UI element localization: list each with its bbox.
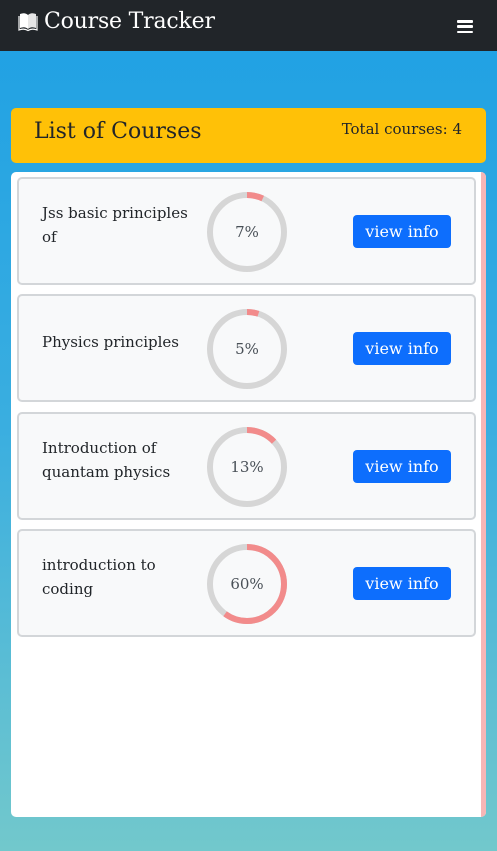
course-card: Introduction of quantam physics 13% view… (17, 412, 476, 520)
course-name: introduction to coding (42, 556, 156, 598)
course-card: introduction to coding 60% view info (17, 529, 476, 637)
course-card: Jss basic principles of 7% view info (17, 177, 476, 285)
brand[interactable]: Course Tracker (17, 9, 215, 34)
progress-label: 5% (235, 340, 259, 358)
view-info-button[interactable]: view info (353, 567, 451, 600)
course-name: Introduction of quantam physics (42, 439, 171, 481)
book-icon (17, 10, 39, 32)
course-name: Physics principles (42, 333, 179, 351)
progress-label: 60% (230, 575, 264, 593)
hamburger-menu-icon[interactable] (457, 20, 473, 33)
view-info-button[interactable]: view info (353, 332, 451, 365)
course-name: Jss basic principles of (42, 204, 188, 246)
app-title: Course Tracker (44, 8, 215, 34)
progress-label: 7% (235, 223, 259, 241)
course-card: Physics principles 5% view info (17, 294, 476, 402)
courses-header: List of Courses Total courses: 4 (11, 108, 486, 163)
view-info-button[interactable]: view info (353, 450, 451, 483)
page-title: List of Courses (34, 119, 202, 144)
scrollbar[interactable] (481, 172, 486, 817)
view-info-button[interactable]: view info (353, 215, 451, 248)
total-courses-count: Total courses: 4 (341, 120, 462, 138)
navbar: Course Tracker (0, 0, 497, 51)
course-list-panel: Jss basic principles of 7% view info Phy… (11, 172, 486, 817)
progress-label: 13% (230, 458, 264, 476)
